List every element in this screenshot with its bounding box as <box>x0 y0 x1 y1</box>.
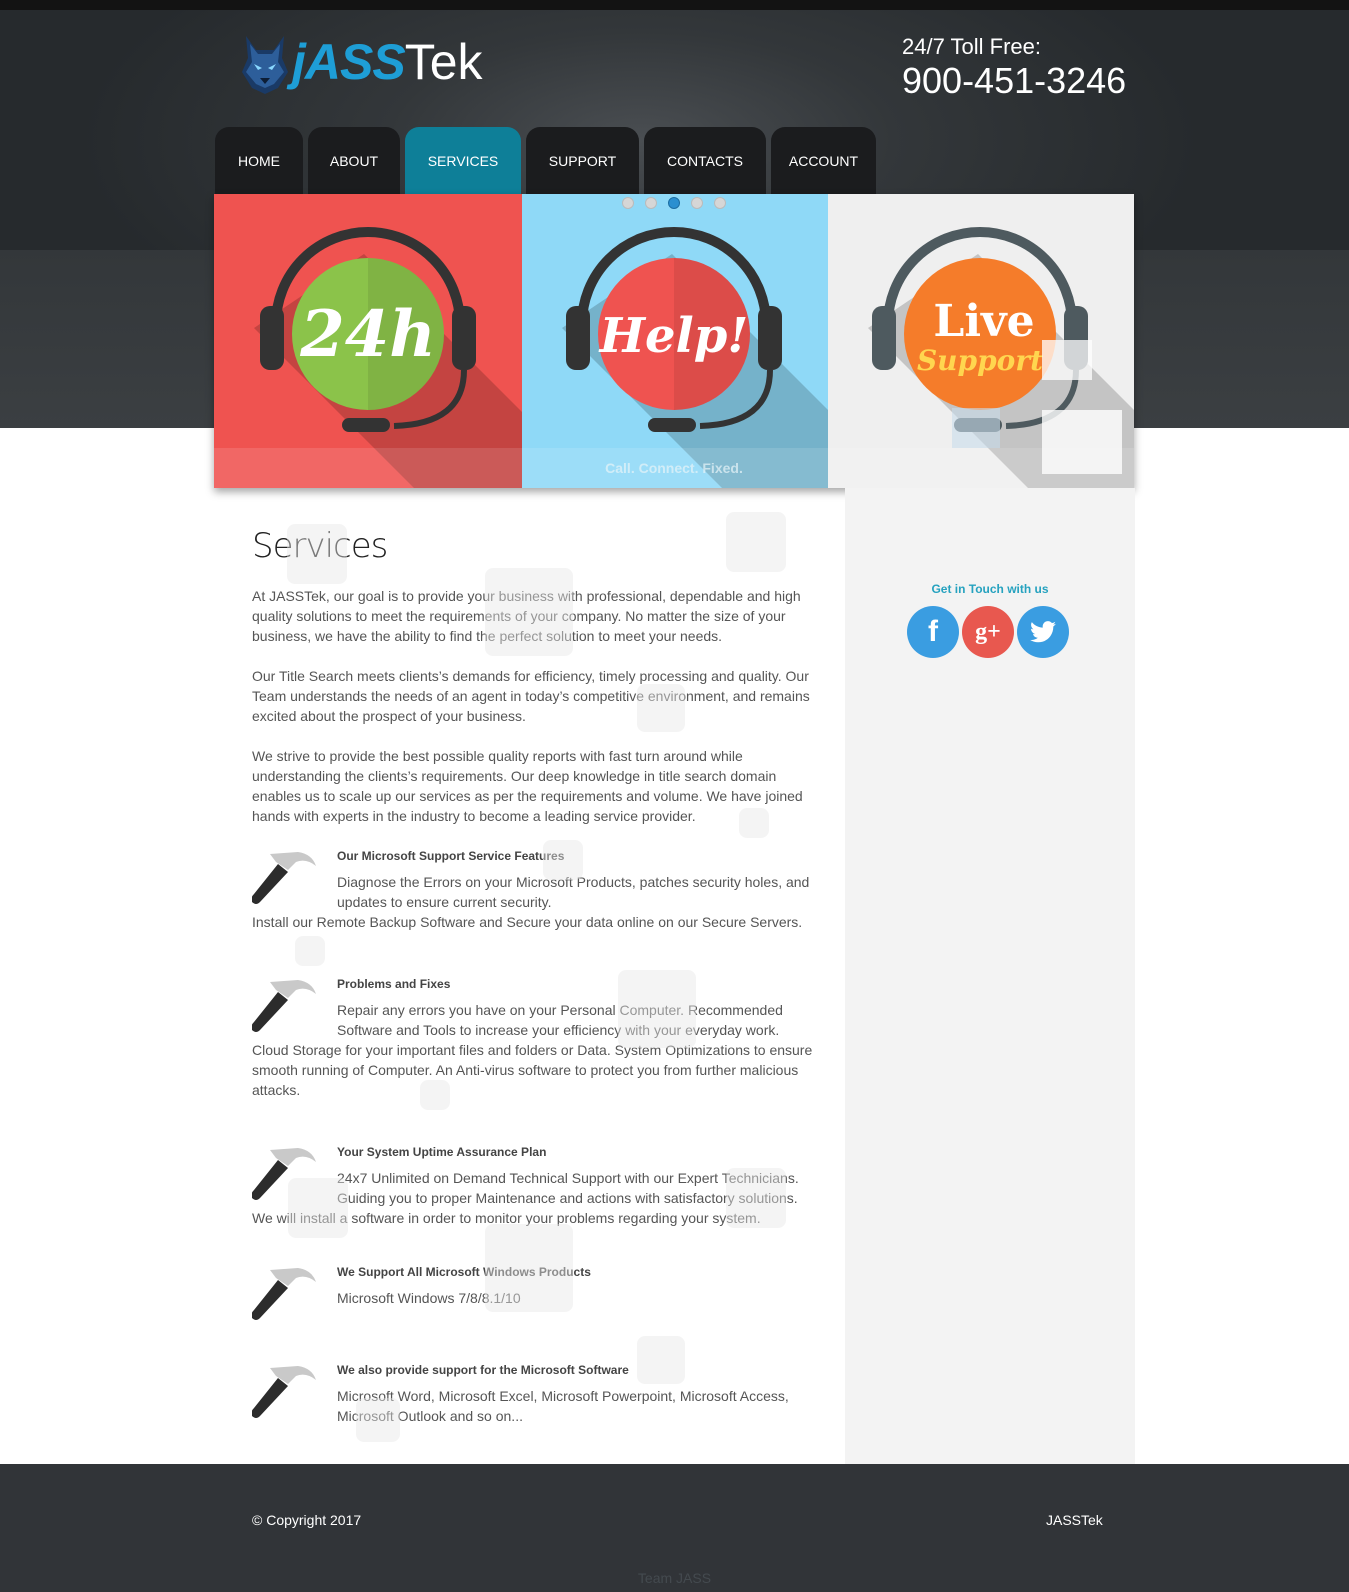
decorative-overlay <box>356 1398 400 1442</box>
slider-dot-1[interactable] <box>622 197 634 209</box>
twitter-icon[interactable] <box>1017 606 1069 658</box>
site-logo[interactable]: jASSTek <box>240 30 520 100</box>
nav-home[interactable]: HOME <box>215 127 303 195</box>
hammer-icon <box>252 980 316 1032</box>
nav-contacts-label: CONTACTS <box>667 153 743 169</box>
nav-support-label: SUPPORT <box>548 153 617 169</box>
feature-extra: Cloud Storage for your important files a… <box>252 1042 813 1098</box>
wolf-icon <box>242 36 288 94</box>
slider-pagination <box>622 197 726 209</box>
decorative-overlay <box>485 568 573 656</box>
nav-support[interactable]: SUPPORT <box>526 127 639 195</box>
feature-desc: Microsoft Word, Microsoft Excel, Microso… <box>337 1388 789 1424</box>
hammer-icon <box>252 852 316 904</box>
slider-caption: Call. Connect. Fixed. <box>605 460 743 476</box>
headset-24h-icon: 24h <box>254 227 522 488</box>
slide-live-text: Live <box>933 296 1034 347</box>
feature-item-problems: Problems and Fixes Repair any errors you… <box>252 976 822 1100</box>
hammer-icon <box>252 1268 316 1320</box>
feature-title: Problems and Fixes <box>337 977 451 991</box>
decorative-overlay <box>637 684 685 732</box>
twitter-bird-icon <box>1030 621 1056 643</box>
headset-live-support-icon: Live Support <box>868 227 1134 488</box>
google-plus-icon[interactable]: g+ <box>962 606 1014 658</box>
nav-about[interactable]: ABOUT <box>308 127 400 195</box>
footer-team: Team JASS <box>637 1570 712 1586</box>
decorative-overlay <box>288 1178 348 1238</box>
facebook-icon[interactable]: f <box>907 606 959 658</box>
slide-24h-text: 24h <box>299 297 436 372</box>
feature-title: We Support All Microsoft Windows Product… <box>337 1265 591 1279</box>
social-links: f g+ <box>907 606 1069 658</box>
feature-item-ms-support: Our Microsoft Support Service Features D… <box>252 848 822 932</box>
decorative-overlay <box>726 512 786 572</box>
intro-paragraph-3: We strive to provide the best possible q… <box>252 748 803 824</box>
feature-title: Your System Uptime Assurance Plan <box>337 1145 547 1159</box>
nav-account-label: ACCOUNT <box>788 153 859 169</box>
feature-item-ms-software: We also provide support for the Microsof… <box>252 1362 822 1426</box>
nav-contacts[interactable]: CONTACTS <box>644 127 766 195</box>
top-strip <box>0 0 1349 10</box>
intro-paragraph-2: Our Title Search meets clients’s demands… <box>252 668 810 724</box>
decorative-overlay <box>739 808 769 838</box>
feature-desc: Microsoft Windows 7/8/8.1/10 <box>337 1290 521 1306</box>
toll-free-block: 24/7 Toll Free: 900-451-3246 <box>902 34 1126 102</box>
slider-dot-4[interactable] <box>691 197 703 209</box>
hero-slider[interactable]: 24h Help! Live Support Call. Connect. Fi… <box>214 194 1134 488</box>
nav-home-label: HOME <box>238 153 280 169</box>
slide-panel-24h: 24h <box>214 194 522 488</box>
slider-dot-2[interactable] <box>645 197 657 209</box>
brand-name-part1: jASS <box>292 34 406 90</box>
hammer-icon <box>252 1366 316 1418</box>
decorative-overlay <box>726 1168 786 1228</box>
brand-wordmark: jASSTek <box>292 32 483 92</box>
toll-free-label: 24/7 Toll Free: <box>902 34 1042 59</box>
nav-services[interactable]: SERVICES <box>405 127 521 195</box>
feature-extra: Install our Remote Backup Software and S… <box>252 914 803 930</box>
get-in-touch-heading: Get in Touch with us <box>931 582 1049 596</box>
decorative-overlay <box>637 1336 685 1384</box>
nav-about-label: ABOUT <box>329 153 379 169</box>
footer-copyright: © Copyright 2017 <box>252 1512 362 1528</box>
headset-help-icon: Help! <box>562 227 828 488</box>
main-nav: HOME ABOUT SERVICES SUPPORT CONTACTS ACC… <box>215 127 881 195</box>
facebook-glyph: f <box>928 615 938 648</box>
decorative-overlay <box>543 840 583 880</box>
slider-dot-5[interactable] <box>714 197 726 209</box>
decorative-overlay <box>485 1224 573 1312</box>
toll-free-phone[interactable]: 900-451-3246 <box>902 60 1126 102</box>
decorative-overlay <box>618 970 696 1048</box>
slide-panel-help: Help! <box>522 194 828 488</box>
slide-panel-live-support: Live Support <box>828 194 1134 488</box>
decorative-overlay <box>287 524 347 584</box>
decorative-overlay <box>295 936 325 966</box>
feature-title: We also provide support for the Microsof… <box>337 1363 629 1377</box>
nav-account[interactable]: ACCOUNT <box>771 127 876 195</box>
slider-dot-3[interactable] <box>668 197 680 209</box>
decorative-overlay <box>420 1080 450 1110</box>
footer-brand[interactable]: JASSTek <box>1046 1512 1103 1528</box>
brand-name-part2: Tek <box>404 34 483 90</box>
google-plus-glyph: g+ <box>975 618 1001 645</box>
slide-support-text: Support <box>917 344 1043 377</box>
slide-help-text: Help! <box>598 308 749 364</box>
feature-desc: Repair any errors you have on your Perso… <box>337 1002 783 1038</box>
nav-services-label: SERVICES <box>427 153 499 169</box>
